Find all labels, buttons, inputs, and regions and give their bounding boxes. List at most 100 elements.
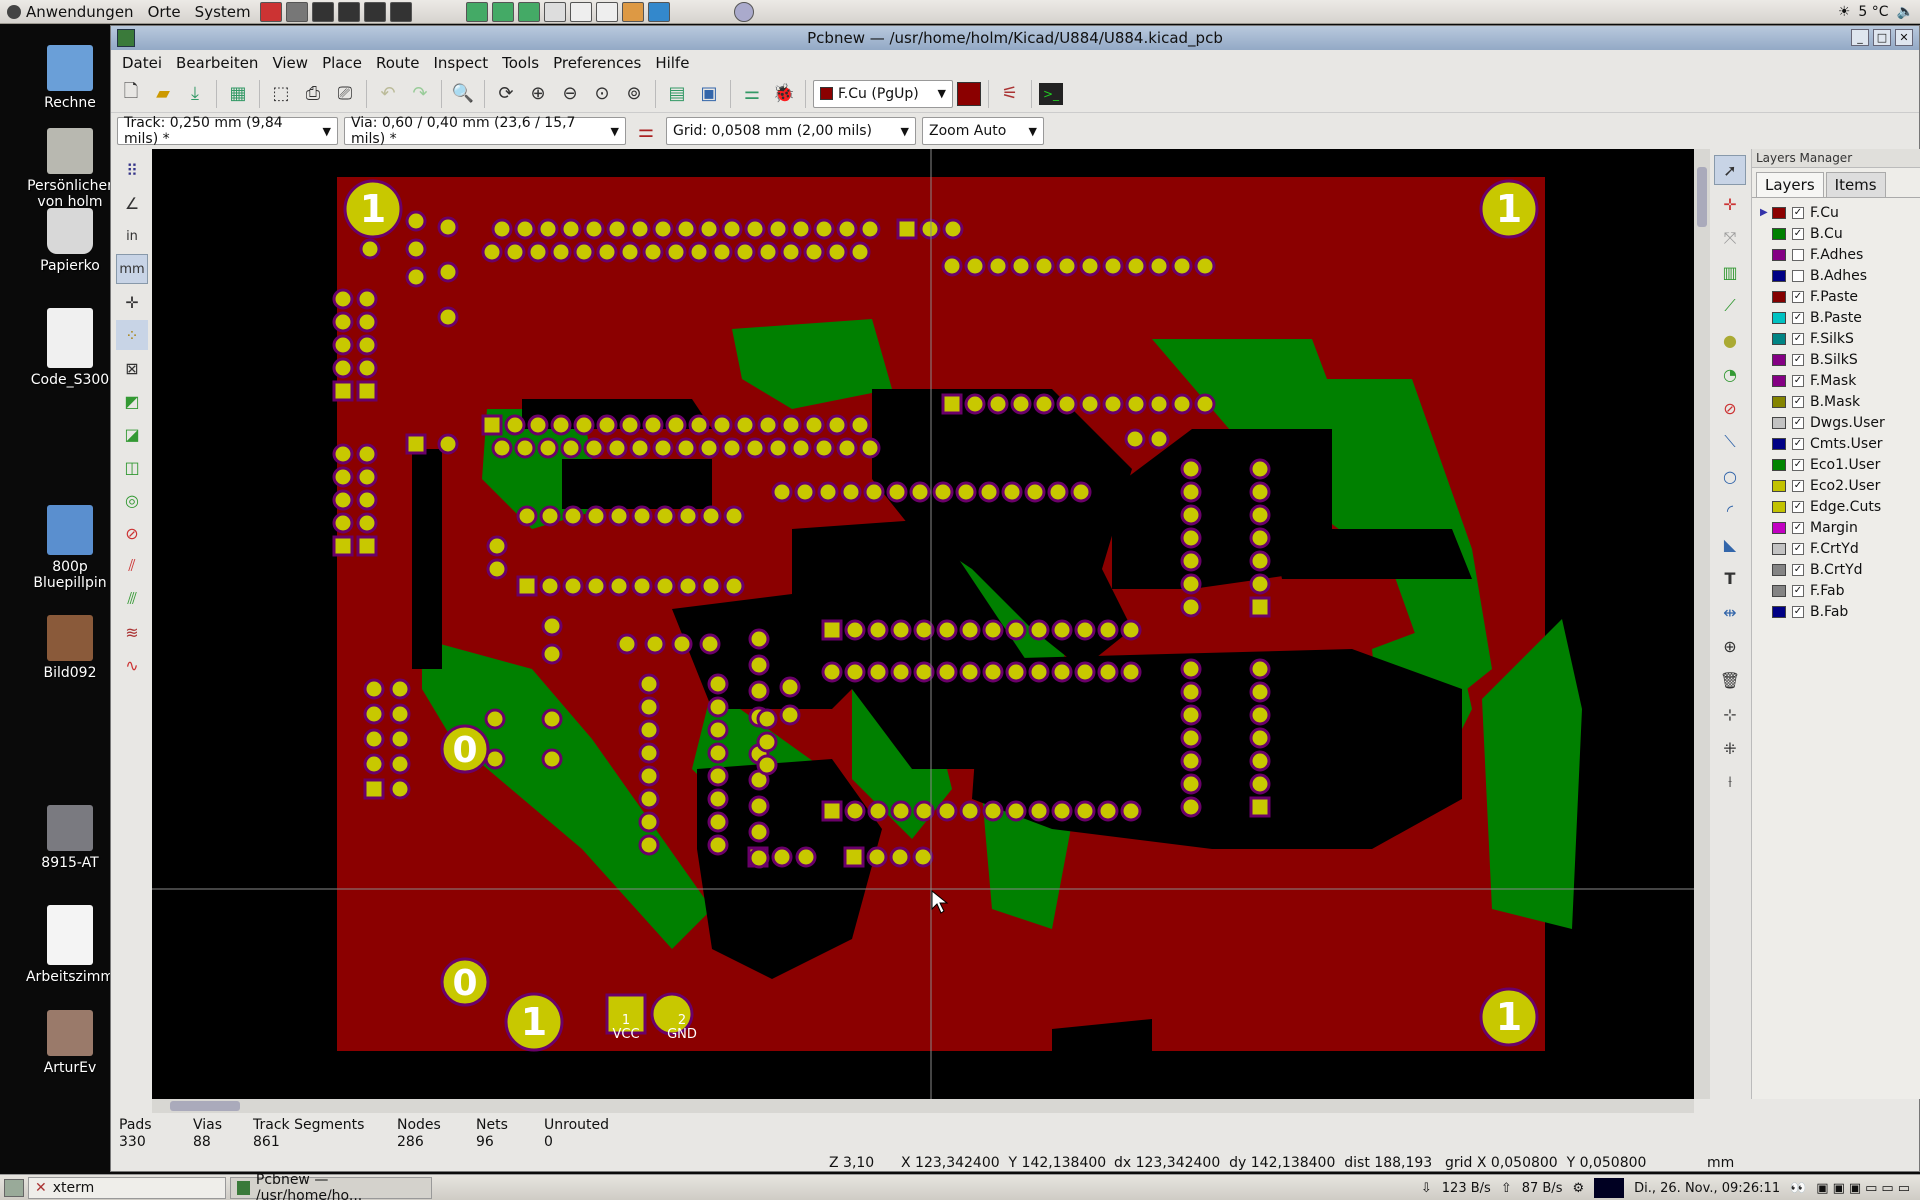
layer-color-swatch[interactable] (1772, 248, 1786, 261)
layer-pair-icon[interactable] (957, 81, 981, 106)
layer-row[interactable]: ✓ Eco2.User (1760, 475, 1913, 496)
jtc-launcher-icon[interactable] (595, 1, 618, 22)
route-track-icon[interactable]: ⟋ (1714, 291, 1746, 321)
zoom-selection-icon[interactable]: ⊚ (620, 80, 648, 108)
layer-color-swatch[interactable] (1772, 542, 1786, 555)
layer-visibility-checkbox[interactable]: ✓ (1792, 311, 1804, 324)
layer-name[interactable]: B.Adhes (1810, 268, 1867, 284)
layer-name[interactable]: F.Paste (1810, 289, 1858, 305)
kicad-launcher-icon[interactable] (517, 1, 540, 22)
layers-manager-icon[interactable]: ≋ (116, 617, 148, 647)
layer-color-swatch[interactable] (1772, 479, 1786, 492)
zoom-in-icon[interactable]: ⊕ (524, 80, 552, 108)
desktop-icon-8915[interactable]: 8915-AT (15, 805, 125, 871)
layer-visibility-checkbox[interactable]: ✓ (1792, 584, 1804, 597)
high-contrast-icon[interactable]: ⫻ (116, 584, 148, 614)
layer-color-swatch[interactable] (1772, 458, 1786, 471)
layer-name[interactable]: Cmts.User (1810, 436, 1883, 452)
add-target-icon[interactable]: ⊕ (1714, 631, 1746, 661)
layer-color-swatch[interactable] (1772, 332, 1786, 345)
layer-color-swatch[interactable] (1772, 563, 1786, 576)
layer-visibility-checkbox[interactable]: ✓ (1792, 437, 1804, 450)
open-folder-icon[interactable]: ▰ (149, 80, 177, 108)
redo-icon[interactable]: ↷ (406, 80, 434, 108)
layer-color-swatch[interactable] (1772, 605, 1786, 618)
drill-origin-icon[interactable]: ⊹ (1714, 699, 1746, 729)
layer-row[interactable]: ✓ F.Fab (1760, 580, 1913, 601)
layer-name[interactable]: B.Cu (1810, 226, 1843, 242)
add-zone-icon[interactable]: ◔ (1714, 359, 1746, 389)
add-arc-icon[interactable]: ◜ (1714, 495, 1746, 525)
archive-launcher-icon[interactable] (621, 1, 644, 22)
clock[interactable]: Di., 26. Nov., 09:26:11 (1634, 1181, 1780, 1196)
layer-color-swatch[interactable] (1772, 374, 1786, 387)
module-ratsnest-icon[interactable]: ⊠ (116, 353, 148, 383)
terminal-launcher-icon[interactable] (311, 1, 334, 22)
layer-name[interactable]: B.Mask (1810, 394, 1860, 410)
netlist-icon[interactable]: ⚌ (738, 80, 766, 108)
zoom-fit-icon[interactable]: ⊙ (588, 80, 616, 108)
monitor-launcher-icon[interactable] (647, 1, 670, 22)
add-footprint-icon[interactable]: ▥ (1714, 257, 1746, 287)
grid-origin-icon[interactable]: ⁜ (1714, 733, 1746, 763)
layer-name[interactable]: B.SilkS (1810, 352, 1858, 368)
save-icon[interactable]: ⤓ (181, 80, 209, 108)
zoom-out-icon[interactable]: ⊖ (556, 80, 584, 108)
highlight-net-icon[interactable]: ✛ (1714, 189, 1746, 219)
layer-color-swatch[interactable] (1772, 353, 1786, 366)
layer-row[interactable]: ✓ B.SilkS (1760, 349, 1913, 370)
tab-layers[interactable]: Layers (1756, 172, 1824, 197)
volume-icon[interactable]: 🔈 (1897, 4, 1914, 20)
horizontal-scrollbar[interactable] (152, 1099, 1694, 1113)
layer-visibility-checkbox[interactable] (1792, 269, 1804, 282)
pcb-canvas[interactable]: 1 1 1 1 0 0 1 VCC 2 GND (152, 149, 1694, 1099)
layer-row[interactable]: ✓ F.Mask (1760, 370, 1913, 391)
layer-visibility-checkbox[interactable]: ✓ (1792, 227, 1804, 240)
minimize-icon[interactable]: _ (1851, 29, 1869, 46)
layer-row[interactable]: ✓ Margin (1760, 517, 1913, 538)
tray-app-icons[interactable]: ▣▣▣▭▭▭ (1816, 1181, 1914, 1196)
globe-launcher-icon[interactable] (733, 1, 754, 22)
layer-row[interactable]: ✓ B.Cu (1760, 223, 1913, 244)
local-ratsnest-icon[interactable]: ⤧ (1714, 223, 1746, 253)
layer-name[interactable]: B.CrtYd (1810, 562, 1863, 578)
show-desktop-icon[interactable] (4, 1178, 24, 1197)
weather-temp[interactable]: 5 °C (1858, 4, 1888, 20)
layer-name[interactable]: Edge.Cuts (1810, 499, 1881, 515)
settings-gear-icon[interactable]: ⚙ (1572, 1181, 1584, 1196)
desktop-icon-home[interactable]: Persönlicher von holm (15, 128, 125, 210)
find-icon[interactable]: 🔍 (449, 80, 477, 108)
layer-row[interactable]: ✓ F.SilkS (1760, 328, 1913, 349)
layer-row[interactable]: ✓ Eco1.User (1760, 454, 1913, 475)
layer-row[interactable]: ✓ F.Paste (1760, 286, 1913, 307)
layer-visibility-checkbox[interactable]: ✓ (1792, 458, 1804, 471)
layer-row[interactable]: ✓ Cmts.User (1760, 433, 1913, 454)
launcher-icon[interactable] (259, 1, 282, 22)
polar-coords-icon[interactable]: ∠ (116, 188, 148, 218)
layer-visibility-checkbox[interactable]: ✓ (1792, 395, 1804, 408)
desktop-icon-artur[interactable]: ArturEv (15, 1010, 125, 1076)
layer-name[interactable]: F.SilkS (1810, 331, 1854, 347)
desktop-icon-code[interactable]: Code_S300 (15, 308, 125, 388)
layer-name[interactable]: B.Fab (1810, 604, 1848, 620)
print-icon[interactable]: ⎙ (299, 80, 327, 108)
add-dimension-icon[interactable]: ⇹ (1714, 597, 1746, 627)
layer-color-swatch[interactable] (1772, 521, 1786, 534)
new-board-icon[interactable]: 🗋 (117, 80, 145, 108)
cpu-graph-icon[interactable] (1594, 1178, 1625, 1198)
layer-visibility-checkbox[interactable]: ✓ (1792, 542, 1804, 555)
layer-visibility-checkbox[interactable]: ✓ (1792, 521, 1804, 534)
scroll-thumb[interactable] (170, 1101, 240, 1111)
drc-bug-icon[interactable]: 🐞 (770, 80, 798, 108)
layer-row[interactable]: ✓ B.Mask (1760, 391, 1913, 412)
layer-color-swatch[interactable] (1772, 416, 1786, 429)
page-settings-icon[interactable]: ⬚ (267, 80, 295, 108)
kicad-launcher-icon[interactable] (491, 1, 514, 22)
add-circle-icon[interactable]: ○ (1714, 461, 1746, 491)
microwave-toolbar-icon[interactable]: ∿ (116, 650, 148, 680)
layer-visibility-checkbox[interactable]: ✓ (1792, 605, 1804, 618)
ratsnest-icon[interactable]: ⁘ (116, 320, 148, 350)
desktop-icon-trash[interactable]: Papierko (15, 208, 125, 274)
layer-name[interactable]: F.CrtYd (1810, 541, 1859, 557)
auto-track-width-icon[interactable]: ⚌ (632, 117, 660, 145)
